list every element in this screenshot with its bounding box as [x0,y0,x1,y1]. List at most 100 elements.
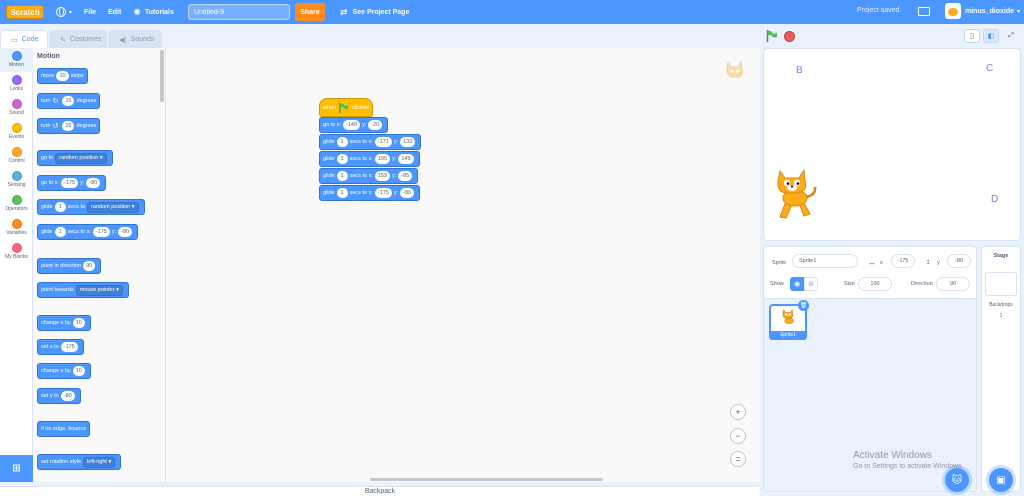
block-move-steps[interactable]: move 10 steps [37,68,88,84]
block-input[interactable]: 1 [54,202,66,212]
stage-selector[interactable]: Stage Backdrops 1 [981,246,1021,492]
small-stage-button[interactable]: ▯ [964,29,980,43]
block-go-to-xy[interactable]: go to x: -175 y: -80 [37,175,107,191]
category-events[interactable]: Events [0,120,33,144]
hide-sprite-button[interactable]: ⊘ [804,277,818,291]
block-input[interactable]: -80 [118,227,133,237]
block-input[interactable]: -175 [374,188,392,198]
category-variables[interactable]: Variables [0,216,33,240]
scratch-logo[interactable]: Scratch [6,5,44,19]
block-input[interactable]: -175 [61,178,79,188]
edit-menu[interactable]: Edit [108,0,121,24]
block-input[interactable]: -20 [368,120,383,130]
project-title-input[interactable] [188,4,290,20]
block-input[interactable]: -85 [398,171,413,181]
y-position-field[interactable]: -80 [947,254,971,268]
block-input[interactable]: -80 [86,178,101,188]
choose-sprite-button[interactable]: 🐱 [945,468,969,492]
share-button[interactable]: Share [295,3,325,21]
block-input[interactable]: 1 [54,227,66,237]
category-sound[interactable]: Sound [0,96,33,120]
block-input[interactable]: 15 [62,96,75,106]
block-rotation-style[interactable]: set rotation style left-right ▾ [37,454,122,470]
block-change-y[interactable]: change y by 10 [37,363,91,379]
script-block-glide-xy[interactable]: glide 1 secs to x: 190 y: 149 [319,151,420,167]
green-flag-button[interactable] [766,30,778,42]
cat-sprite[interactable] [772,165,818,221]
file-menu[interactable]: File [84,0,96,24]
backpack[interactable]: Backpack [0,486,760,496]
block-dropdown[interactable]: random position ▾ [55,152,107,164]
block-input[interactable]: 190 [374,154,391,164]
stage-thumbnail[interactable] [985,272,1017,296]
block-dropdown[interactable]: left-right ▾ [83,456,116,468]
block-point-towards[interactable]: point towards mouse pointer ▾ [37,282,129,298]
block-input[interactable]: 15 [62,121,75,131]
language-menu[interactable]: ▾ [56,0,72,24]
see-project-page-button[interactable]: ⇄ See Project Page [332,3,417,21]
my-stuff-icon[interactable] [918,7,930,16]
tab-sounds[interactable]: ◀) Sounds [108,30,162,48]
block-dropdown[interactable]: mouse pointer ▾ [75,284,123,296]
script-block-glide-xy[interactable]: glide 1 secs to x: -175 y: -80 [319,185,421,201]
block-set-y[interactable]: set y to -80 [37,388,81,404]
script-block-glide-xy[interactable]: glide 1 secs to x: 159 y: -85 [319,168,419,184]
size-field[interactable]: 100 [858,277,892,291]
block-dropdown[interactable]: random position ▾ [87,201,139,213]
block-input[interactable]: 159 [374,171,391,181]
block-input[interactable]: 10 [56,71,69,81]
block-input[interactable]: 1 [336,171,348,181]
block-input[interactable]: -80 [60,391,75,401]
block-change-x[interactable]: change x by 10 [37,315,91,331]
block-point-direction[interactable]: point in direction 90 [37,258,102,274]
block-go-to[interactable]: go to random position ▾ [37,150,113,166]
account-menu[interactable]: minus_dioxide ▾ [945,3,1020,19]
block-input[interactable]: 10 [72,366,85,376]
x-position-field[interactable]: -175 [891,254,915,268]
block-input[interactable]: 149 [398,154,414,164]
palette-scrollbar[interactable] [160,50,164,102]
block-turn-right[interactable]: turn ↻ 15 degrees [37,93,101,109]
block-input[interactable]: -140 [343,120,361,130]
normal-stage-button[interactable]: ◧ [983,29,999,43]
category-my-blocks[interactable]: My Blocks [0,240,33,264]
category-operators[interactable]: Operators [0,192,33,216]
category-control[interactable]: Control [0,144,33,168]
show-sprite-button[interactable]: ◉ [790,277,804,291]
block-input[interactable]: -175 [60,342,78,352]
script-area[interactable]: when clicked go to x: -140 y: -20 glide … [166,48,760,482]
block-input[interactable]: 90 [83,261,96,271]
choose-backdrop-button[interactable]: ▣ [989,468,1013,492]
block-input[interactable]: 1 [336,188,348,198]
block-set-x[interactable]: set x to -175 [37,339,84,355]
zoom-in-button[interactable]: + [730,404,746,420]
sprite-name-field[interactable]: Sprite1 [792,254,858,268]
block-input[interactable]: 10 [72,318,85,328]
block-input[interactable]: 1 [336,154,348,164]
block-turn-left[interactable]: turn ↺ 15 degrees [37,118,101,134]
category-motion[interactable]: Motion [0,48,33,72]
add-extension-button[interactable]: ⊞ [0,455,33,482]
block-input[interactable]: -175 [92,227,110,237]
block-when-flag-clicked[interactable]: when clicked [319,98,373,117]
tab-code[interactable]: ▭ Code [0,30,48,48]
zoom-out-button[interactable]: − [730,428,746,444]
tab-costumes[interactable]: ✎ Costumes [49,30,107,48]
block-input[interactable]: 133 [400,137,416,147]
direction-field[interactable]: 90 [936,277,970,291]
fullscreen-button[interactable]: ⤢ [1003,29,1019,43]
stop-button[interactable] [784,31,795,42]
block-input[interactable]: 1 [336,137,348,147]
block-glide-to[interactable]: glide 1 secs to random position ▾ [37,199,145,215]
block-glide-xy[interactable]: glide 1 secs to x: -175 y: -80 [37,224,139,240]
zoom-reset-button[interactable]: = [730,451,746,467]
script-block-go-to-xy[interactable]: go to x: -140 y: -20 [319,117,389,133]
stage-canvas[interactable]: B C D [763,48,1021,241]
tutorials-menu[interactable]: ✺ Tutorials [133,0,174,24]
category-looks[interactable]: Looks [0,72,33,96]
script-area-scrollbar[interactable] [370,478,603,481]
block-input[interactable]: -171 [374,137,392,147]
block-bounce[interactable]: if on edge, bounce [37,421,91,437]
block-input[interactable]: -80 [400,188,415,198]
category-sensing[interactable]: Sensing [0,168,33,192]
